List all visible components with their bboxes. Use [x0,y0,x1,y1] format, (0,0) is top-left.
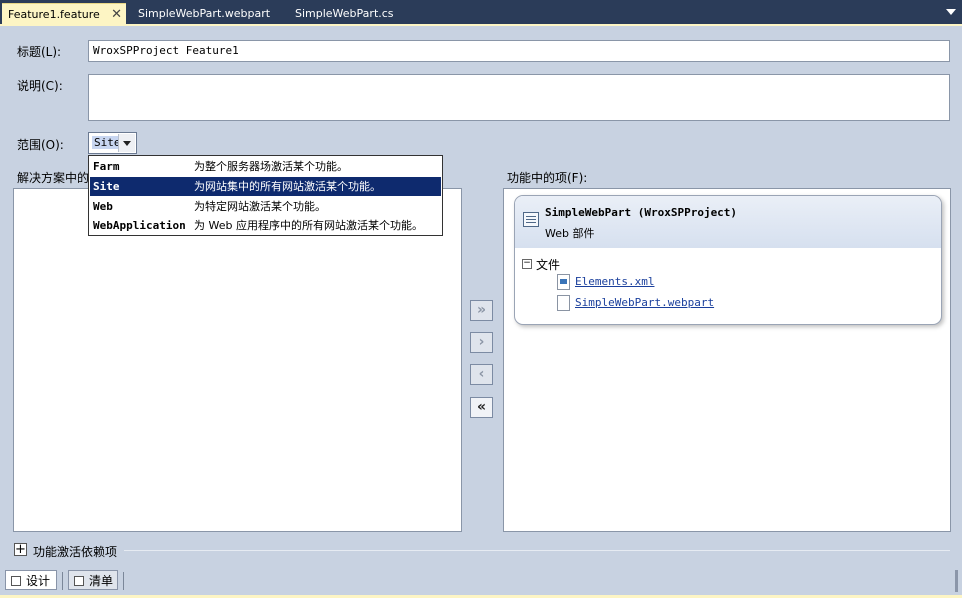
tab-label: SimpleWebPart.cs [295,7,394,20]
xml-file-icon [557,274,570,290]
close-icon[interactable]: ✕ [111,4,122,26]
feature-items-label: 功能中的项(F): [507,171,588,185]
expand-icon[interactable]: + [14,543,27,556]
tab-simplewebpart-cs[interactable]: SimpleWebPart.cs [289,3,394,25]
divider [124,550,950,551]
tab-underline [0,24,962,26]
feature-item-subtitle: Web 部件 [545,227,595,240]
option-description: 为 Web 应用程序中的所有网站激活某个功能。 [194,219,423,232]
option-name: Web [93,200,113,213]
option-name: Site [93,180,120,193]
design-icon [11,576,21,586]
file-link[interactable]: SimpleWebPart.webpart [575,296,714,309]
splitter-handle[interactable] [955,570,958,592]
tab-manifest[interactable]: 清单 [68,570,118,590]
add-button[interactable]: › [470,332,493,353]
tab-design[interactable]: 设计 [5,570,57,590]
scope-select[interactable]: Site [88,132,137,154]
scope-option-webapplication[interactable]: WebApplication 为 Web 应用程序中的所有网站激活某个功能。 [90,216,441,235]
divider [123,572,124,590]
divider [62,572,63,590]
tab-label: 清单 [89,574,114,588]
collapse-icon[interactable]: − [522,259,532,269]
option-description: 为特定网站激活某个功能。 [194,200,326,213]
tab-simplewebpart-webpart[interactable]: SimpleWebPart.webpart [132,3,270,25]
tab-feature1-feature[interactable]: Feature1.feature ✕ [2,3,126,25]
tab-label: SimpleWebPart.webpart [138,7,271,20]
view-tab-bar: 设计 清单 [0,568,962,595]
feature-item-card[interactable]: SimpleWebPart (WroxSPProject) Web 部件 − 文… [514,195,942,325]
dependencies-label[interactable]: 功能激活依赖项 [33,543,117,560]
file-link[interactable]: Elements.xml [575,275,654,288]
feature-item-title: SimpleWebPart (WroxSPProject) [545,206,738,219]
option-description: 为整个服务器场激活某个功能。 [194,160,348,173]
option-name: WebApplication [93,219,186,232]
document-tab-bar: Feature1.feature ✕ SimpleWebPart.webpart… [0,0,962,25]
description-label: 说明(C): [17,79,63,93]
chevron-down-icon[interactable] [118,134,135,152]
tab-label: 设计 [26,574,51,588]
scope-label: 范围(O): [17,138,64,152]
scope-option-web[interactable]: Web 为特定网站激活某个功能。 [90,197,441,216]
add-all-button[interactable]: » [470,300,493,321]
scope-option-site[interactable]: Site 为网站集中的所有网站激活某个功能。 [90,177,441,196]
files-node-label: 文件 [536,258,561,272]
solution-items-list[interactable] [13,188,462,532]
feature-items-list[interactable]: SimpleWebPart (WroxSPProject) Web 部件 − 文… [503,188,951,532]
chevron-down-icon[interactable] [946,9,956,15]
description-input[interactable] [88,74,950,121]
tab-label: Feature1.feature [8,8,100,21]
title-label: 标题(L): [17,45,62,59]
option-description: 为网站集中的所有网站激活某个功能。 [194,180,381,193]
option-name: Farm [93,160,120,173]
manifest-icon [74,576,84,586]
file-icon [557,295,570,311]
scope-option-farm[interactable]: Farm 为整个服务器场激活某个功能。 [90,157,441,176]
remove-button[interactable]: ‹ [470,364,493,385]
solution-items-label: 解决方案中的 [17,171,90,185]
scope-dropdown-list: Farm 为整个服务器场激活某个功能。 Site 为网站集中的所有网站激活某个功… [88,155,443,236]
remove-all-button[interactable]: « [470,397,493,418]
title-input[interactable]: WroxSPProject Feature1 [88,40,950,62]
webpart-icon [523,212,539,227]
